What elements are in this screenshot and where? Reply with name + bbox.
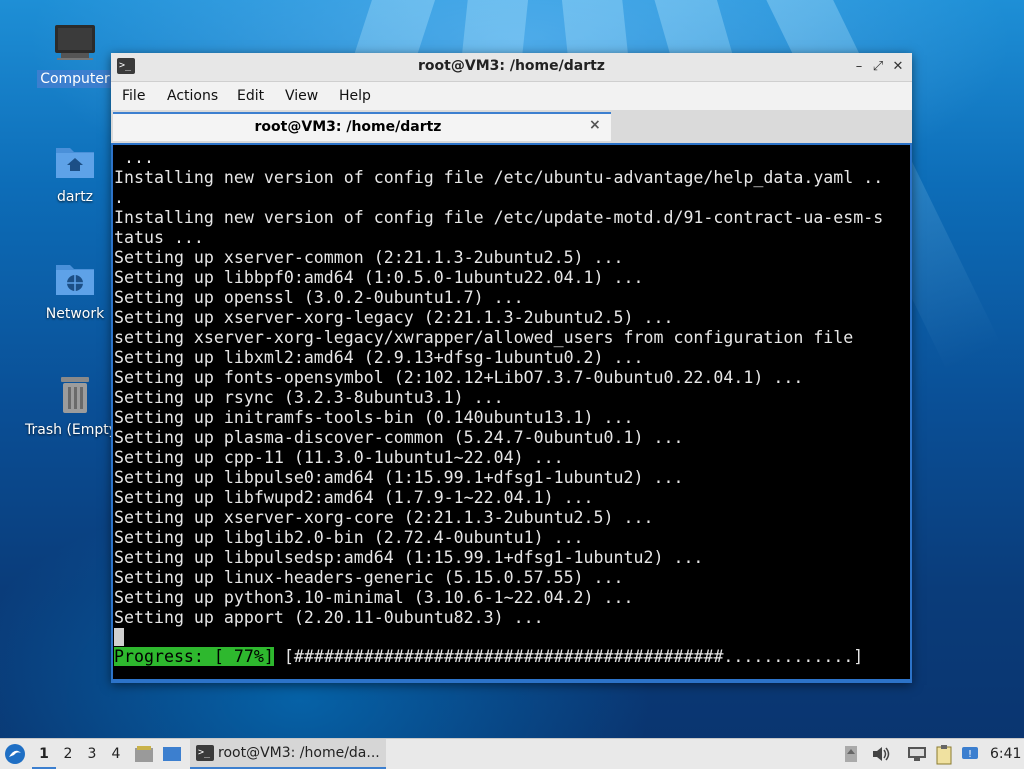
home-folder-icon	[53, 140, 97, 184]
desktop-icon	[163, 747, 181, 761]
terminal-line: setting xserver-xorg-legacy/xwrapper/all…	[114, 328, 854, 347]
notification-icon[interactable]: !	[961, 745, 979, 763]
terminal-line: ...	[114, 148, 154, 167]
desktop-icon-network[interactable]: Network	[30, 257, 120, 323]
terminal-window[interactable]: >_ root@VM3: /home/dartz – ⤢ ✕ File Acti…	[111, 53, 912, 683]
file-manager-launcher[interactable]	[134, 739, 156, 769]
network-folder-icon	[53, 257, 97, 301]
desktop-icon-home[interactable]: dartz	[30, 140, 120, 206]
terminal-line: Setting up python3.10-minimal (3.10.6-1~…	[114, 588, 634, 607]
terminal-output[interactable]: ... Installing new version of config file…	[113, 145, 910, 679]
terminal-line: Installing new version of config file /e…	[114, 168, 884, 187]
menu-view[interactable]: View	[285, 88, 318, 104]
terminal-lines: ... Installing new version of config file…	[114, 148, 883, 628]
terminal-line: Setting up libfwupd2:amd64 (1.7.9-1~22.0…	[114, 488, 594, 507]
terminal-line: Setting up rsync (3.2.3-8ubuntu3.1) ...	[114, 388, 504, 407]
terminal-line: Setting up cpp-11 (11.3.0-1ubuntu1~22.04…	[114, 448, 564, 467]
tab-close-icon[interactable]: ×	[589, 117, 601, 133]
clock[interactable]: 6:41	[990, 739, 1021, 769]
desktop-icon-label: Network	[45, 306, 105, 322]
menu-file[interactable]: File	[122, 88, 145, 104]
terminal-line: Setting up libglib2.0-bin (2.72.4-0ubunt…	[114, 528, 584, 547]
close-button[interactable]: ✕	[888, 57, 908, 77]
clipboard-icon[interactable]	[935, 745, 953, 765]
terminal-line: Setting up openssl (3.0.2-0ubuntu1.7) ..…	[114, 288, 524, 307]
menu-bar: File Actions Edit View Help	[111, 82, 912, 110]
window-title: root@VM3: /home/dartz	[418, 58, 605, 74]
terminal-line: Setting up initramfs-tools-bin (0.140ubu…	[114, 408, 634, 427]
desktop-icon-trash[interactable]: Trash (Empty)	[25, 373, 123, 439]
terminal-line: Setting up xserver-common (2:21.1.3-2ubu…	[114, 248, 624, 267]
desktop-icon-computer[interactable]: Computer	[30, 22, 120, 88]
terminal-line: Setting up linux-headers-generic (5.15.0…	[114, 568, 624, 587]
desktop: Computer dartz Network Trash (Empty) >_ …	[0, 0, 1024, 738]
network-wired-icon[interactable]	[906, 745, 928, 763]
terminal-line: .	[114, 188, 124, 207]
menu-help[interactable]: Help	[339, 88, 371, 104]
terminal-line: Setting up xserver-xorg-legacy (2:21.1.3…	[114, 308, 674, 327]
start-menu-button[interactable]	[4, 739, 30, 769]
tab-label: root@VM3: /home/dartz	[254, 119, 442, 135]
task-label: root@VM3: /home/da...	[218, 745, 380, 761]
workspace-1[interactable]: 1	[32, 739, 56, 769]
terminal-line: Setting up plasma-discover-common (5.24.…	[114, 428, 684, 447]
terminal-line: tatus ...	[114, 228, 204, 247]
volume-icon[interactable]	[871, 745, 890, 763]
terminal-cursor	[114, 628, 124, 646]
menu-edit[interactable]: Edit	[237, 88, 264, 104]
desktop-icon-label: Trash (Empty)	[25, 422, 123, 438]
terminal-line: Installing new version of config file /e…	[114, 208, 884, 227]
taskbar-task-terminal[interactable]: >_ root@VM3: /home/da...	[190, 739, 386, 769]
monitor-icon	[53, 22, 97, 66]
terminal-line: Setting up apport (2.20.11-0ubuntu82.3) …	[114, 608, 544, 627]
workspace-2[interactable]: 2	[56, 739, 80, 769]
terminal-line: Setting up libpulsedsp:amd64 (1:15.99.1+…	[114, 548, 704, 567]
workspace-4[interactable]: 4	[104, 739, 128, 769]
terminal-line: Setting up fonts-opensymbol (2:102.12+Li…	[114, 368, 804, 387]
terminal-line: Setting up libbpf0:amd64 (1:0.5.0-1ubunt…	[114, 268, 644, 287]
update-notifier-icon[interactable]	[843, 745, 861, 763]
terminal-line: Setting up libpulse0:amd64 (1:15.99.1+df…	[114, 468, 684, 487]
tab-bar: root@VM3: /home/dartz ×	[111, 110, 912, 143]
maximize-button[interactable]: ⤢	[868, 57, 888, 77]
workspace-3[interactable]: 3	[80, 739, 104, 769]
file-manager-icon	[135, 746, 153, 762]
apt-progress: Progress: [ 77%] [######################…	[114, 647, 863, 667]
trash-icon	[53, 373, 97, 417]
terminal-line: Setting up xserver-xorg-core (2:21.1.3-2…	[114, 508, 654, 527]
minimize-button[interactable]: –	[849, 57, 869, 77]
progress-label: Progress: [ 77%]	[114, 647, 274, 666]
progress-bar-text: [#######################################…	[283, 647, 864, 666]
tab-terminal[interactable]: root@VM3: /home/dartz ×	[113, 112, 611, 141]
desktop-icon-label: Computer	[37, 70, 113, 88]
show-desktop-button[interactable]	[162, 739, 184, 769]
terminal-line: Setting up libxml2:amd64 (2.9.13+dfsg-1u…	[114, 348, 644, 367]
lubuntu-logo-icon	[5, 744, 25, 764]
taskbar: 1 2 3 4 >_ root@VM3: /home/da... ! 6:41	[0, 738, 1024, 769]
desktop-icon-label: dartz	[56, 189, 94, 205]
svg-text:!: !	[968, 749, 972, 760]
window-titlebar[interactable]: >_ root@VM3: /home/dartz – ⤢ ✕	[111, 53, 912, 82]
terminal-app-icon: >_	[196, 745, 214, 761]
menu-actions[interactable]: Actions	[167, 88, 218, 104]
